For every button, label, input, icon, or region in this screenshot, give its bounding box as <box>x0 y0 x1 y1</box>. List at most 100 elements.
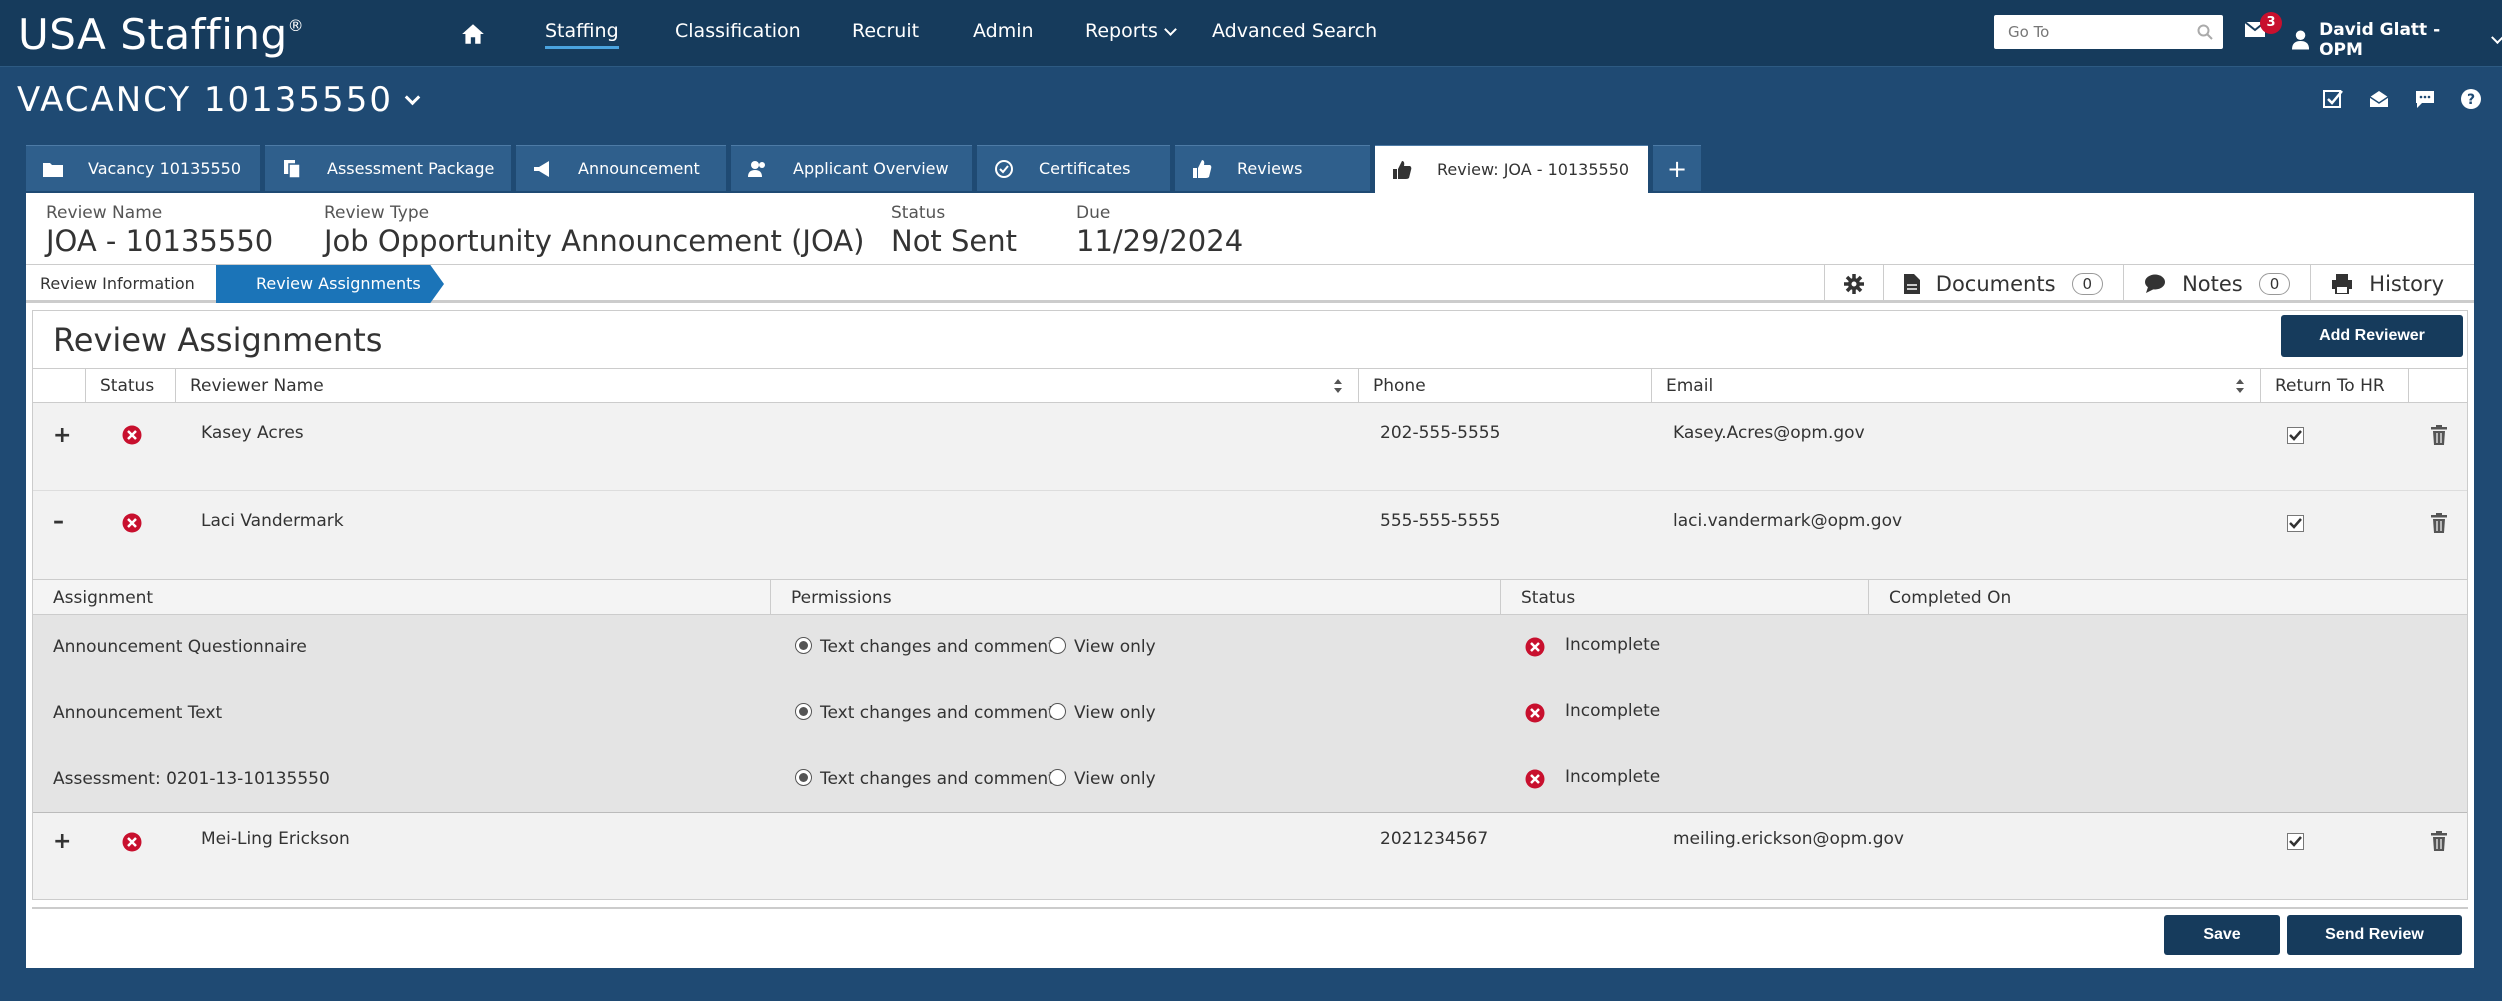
radio-unselected[interactable] <box>1049 636 1066 654</box>
assignment-status: Incomplete <box>1565 701 1661 721</box>
review-name-field: Review Name JOA - 10135550 <box>46 203 273 258</box>
assignment-name: Announcement Questionnaire <box>53 637 307 657</box>
nav-classification[interactable]: Classification <box>675 20 801 42</box>
radio-unselected[interactable] <box>1049 702 1066 720</box>
documents-button[interactable]: Documents 0 <box>1882 265 2123 303</box>
collapse-toggle[interactable]: – <box>53 509 64 534</box>
tab-vacancy[interactable]: Vacancy 10135550 <box>26 145 260 191</box>
open-mail-icon[interactable] <box>2368 88 2390 110</box>
tab-announcement[interactable]: Announcement <box>516 145 726 191</box>
return-to-hr-checkbox[interactable] <box>2287 515 2304 532</box>
col-status: Status <box>85 369 175 402</box>
incomplete-status-icon <box>1525 769 1545 789</box>
assignment-name: Assessment: 0201-13-10135550 <box>53 769 330 789</box>
permission-view-only-option[interactable]: View only <box>1049 636 1156 657</box>
trash-icon[interactable] <box>2431 425 2447 445</box>
permission-text-changes-option[interactable]: Text changes and comments <box>795 636 1064 657</box>
review-assignments-section: Review Assignments Add Reviewer Status R… <box>32 310 2468 900</box>
history-label: History <box>2369 272 2444 296</box>
save-button[interactable]: Save <box>2164 915 2280 955</box>
goto-search-input[interactable]: Go To <box>1994 15 2223 49</box>
tab-certificates[interactable]: Certificates <box>977 145 1170 191</box>
reviewer-name: Laci Vandermark <box>201 511 344 531</box>
expand-toggle[interactable]: + <box>53 423 71 448</box>
footer-divider <box>32 907 2468 909</box>
trash-icon[interactable] <box>2431 513 2447 533</box>
return-to-hr-checkbox[interactable] <box>2287 833 2304 850</box>
documents-label: Documents <box>1935 272 2056 296</box>
chevron-down-icon <box>1164 23 1177 36</box>
home-icon[interactable] <box>460 22 486 46</box>
logo-text: USA Staffing <box>18 10 288 59</box>
permission-label: View only <box>1074 769 1156 789</box>
permission-text-changes-option[interactable]: Text changes and comments <box>795 702 1064 723</box>
help-icon[interactable]: ? <box>2460 88 2482 110</box>
permission-label: Text changes and comments <box>820 637 1064 657</box>
vacancy-title[interactable]: VACANCY 10135550 <box>17 80 421 120</box>
add-tab-button[interactable]: + <box>1653 145 1701 191</box>
certificate-check-icon <box>995 159 1013 178</box>
col-email[interactable]: Email <box>1651 369 2260 402</box>
incomplete-status-icon <box>122 425 142 445</box>
permission-text-changes-option[interactable]: Text changes and comments <box>795 768 1064 789</box>
vacancy-title-text: VACANCY 10135550 <box>17 80 393 120</box>
users-icon <box>748 160 765 177</box>
comment-icon[interactable] <box>2414 88 2436 110</box>
nav-recruit[interactable]: Recruit <box>852 20 919 42</box>
checklist-icon[interactable] <box>2322 88 2344 110</box>
megaphone-icon <box>534 160 549 177</box>
review-name-value: JOA - 10135550 <box>46 224 274 258</box>
notes-button[interactable]: Notes 0 <box>2123 265 2310 303</box>
top-nav: USA Staffing® Staffing Classification Re… <box>0 0 2502 67</box>
reviewer-phone: 555-555-5555 <box>1380 511 1501 531</box>
review-panel: Review Name JOA - 10135550 Review Type J… <box>26 193 2474 968</box>
radio-unselected[interactable] <box>1049 768 1066 786</box>
add-reviewer-button[interactable]: Add Reviewer <box>2281 315 2463 357</box>
return-to-hr-checkbox[interactable] <box>2287 427 2304 444</box>
permission-view-only-option[interactable]: View only <box>1049 768 1156 789</box>
printer-icon <box>2332 274 2353 294</box>
table-row: + Kasey Acres 202-555-5555 Kasey.Acres@o… <box>33 403 2467 491</box>
send-review-button[interactable]: Send Review <box>2287 915 2462 955</box>
nav-staffing[interactable]: Staffing <box>545 20 619 49</box>
history-button[interactable]: History <box>2310 265 2474 303</box>
nav-reports[interactable]: Reports <box>1085 20 1177 42</box>
trash-icon[interactable] <box>2431 831 2447 851</box>
table-row: – Laci Vandermark 555-555-5555 laci.vand… <box>33 491 2467 579</box>
search-icon <box>2197 24 2213 40</box>
tab-label: Assessment Package <box>327 159 495 178</box>
breadcrumb-review-information[interactable]: Review Information <box>26 265 209 300</box>
tab-review-joa[interactable]: Review: JOA - 10135550 <box>1375 145 1648 193</box>
usa-staffing-logo[interactable]: USA Staffing® <box>18 10 304 59</box>
incomplete-status-icon <box>122 513 142 533</box>
section-title: Review Assignments <box>53 321 383 359</box>
radio-selected[interactable] <box>795 768 812 786</box>
expand-toggle[interactable]: + <box>53 829 71 854</box>
permission-view-only-option[interactable]: View only <box>1049 702 1156 723</box>
tab-applicant-overview[interactable]: Applicant Overview <box>731 145 972 191</box>
col-permissions: Permissions <box>770 580 1500 614</box>
col-return-to-hr: Return To HR <box>2260 369 2408 402</box>
col-reviewer-name[interactable]: Reviewer Name <box>175 369 1358 402</box>
gear-icon <box>1843 274 1864 294</box>
goto-placeholder: Go To <box>2008 23 2050 41</box>
vacancy-tabs: Vacancy 10135550 Assessment Package Anno… <box>26 145 1701 193</box>
tab-reviews[interactable]: Reviews <box>1175 145 1370 191</box>
settings-button[interactable] <box>1823 265 1883 303</box>
user-menu[interactable]: David Glatt - OPM <box>2292 20 2502 60</box>
notes-label: Notes <box>2182 272 2243 296</box>
assignment-name: Announcement Text <box>53 703 223 723</box>
incomplete-status-icon <box>1525 703 1545 723</box>
reviewer-phone: 202-555-5555 <box>1380 423 1501 443</box>
reviewer-name: Mei-Ling Erickson <box>201 829 350 849</box>
radio-selected[interactable] <box>795 702 812 720</box>
nav-admin[interactable]: Admin <box>973 20 1034 42</box>
nav-advanced-search[interactable]: Advanced Search <box>1212 20 1377 42</box>
breadcrumb-review-assignments[interactable]: Review Assignments <box>216 265 444 303</box>
radio-selected[interactable] <box>795 636 812 654</box>
table-row: + Mei-Ling Erickson 2021234567 meiling.e… <box>33 813 2467 899</box>
tab-assessment-package[interactable]: Assessment Package <box>265 145 511 191</box>
logo-mark: ® <box>287 16 305 35</box>
reviewer-email: meiling.erickson@opm.gov <box>1673 829 1904 849</box>
sort-icon <box>1334 379 1342 393</box>
